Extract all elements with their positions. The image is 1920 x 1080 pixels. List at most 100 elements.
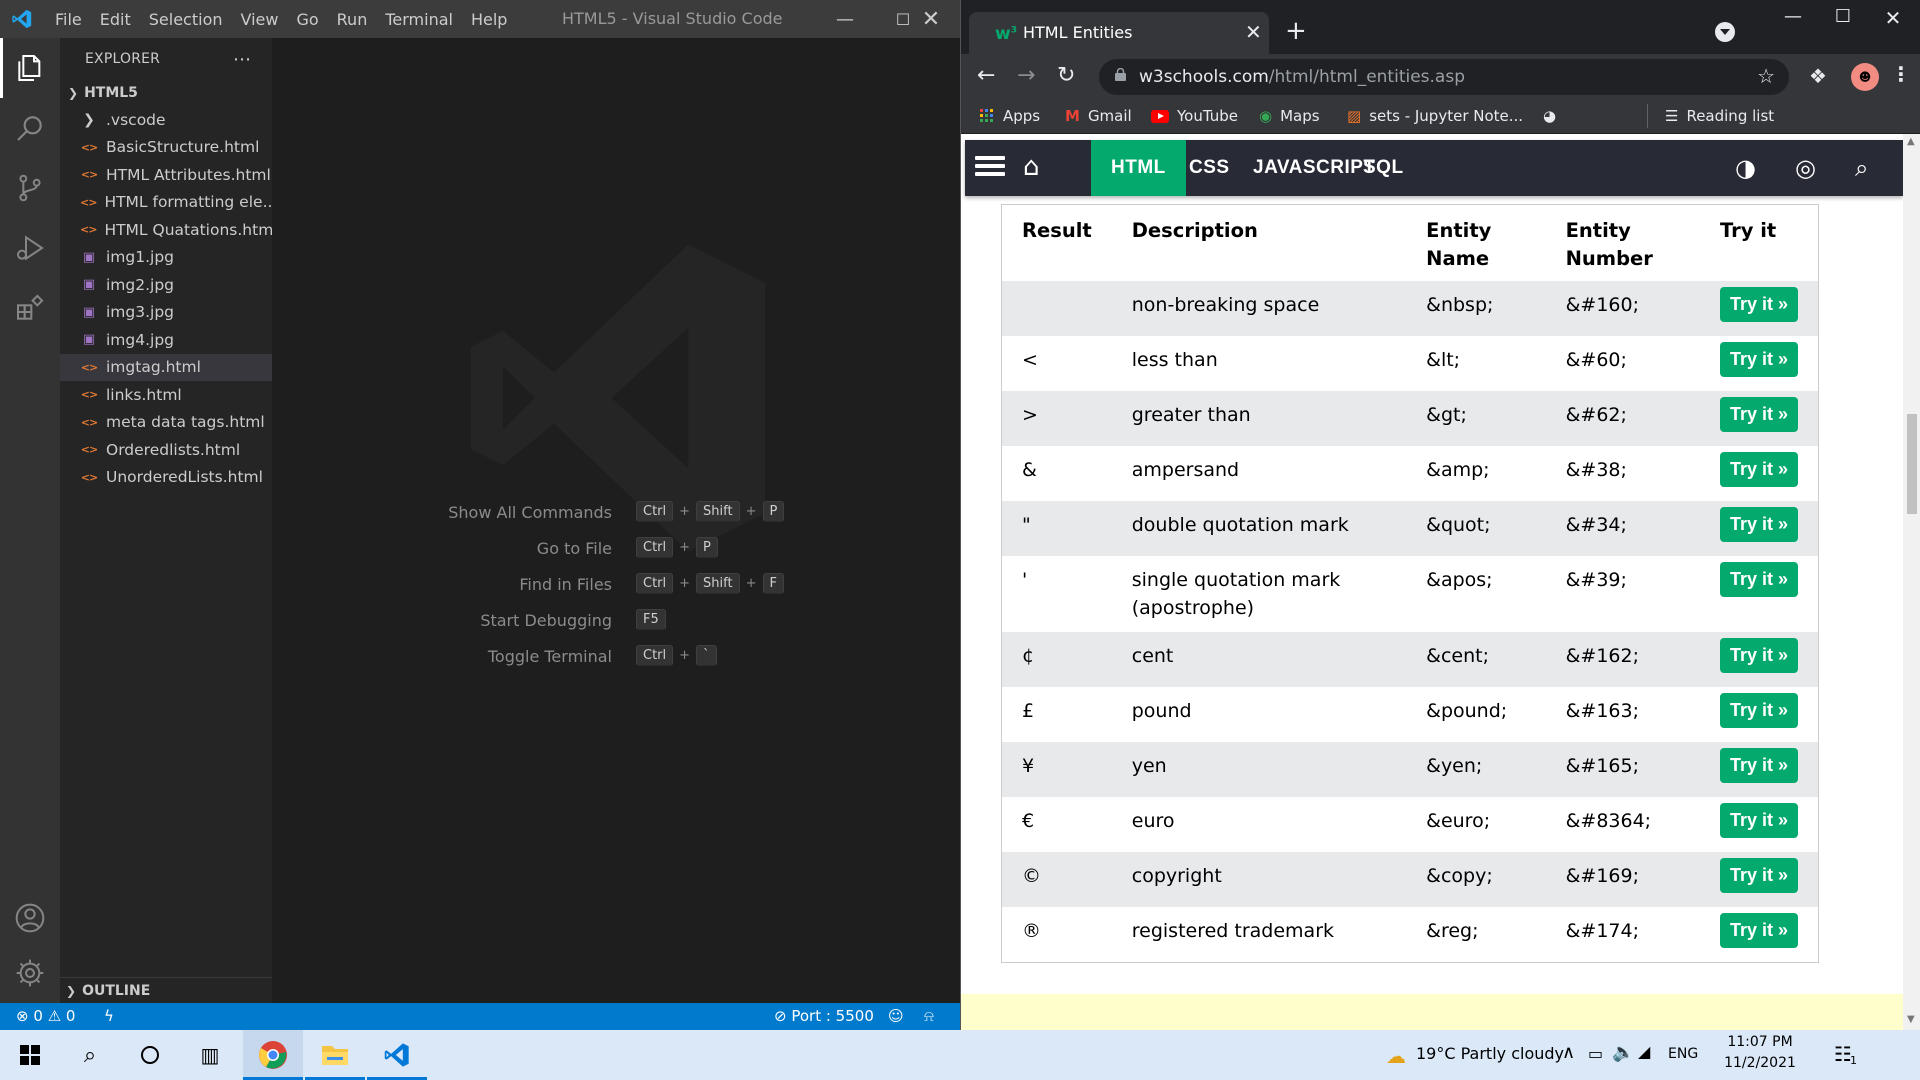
try-it-button[interactable]: Try it » — [1719, 342, 1798, 377]
address-bar[interactable]: w3schools.com/html/html_entities.asp ☆ — [1099, 59, 1789, 95]
reading-list-button[interactable]: ☰ Reading list — [1665, 107, 1774, 125]
live-server-port[interactable]: ⊘ Port : 5500 — [774, 1007, 874, 1025]
minimize-icon[interactable]: — — [816, 0, 874, 38]
bookmark-apps[interactable]: Apps — [979, 107, 1040, 125]
more-actions-icon[interactable]: ⋯ — [233, 49, 252, 70]
problems-indicator[interactable]: ⊗ 0 ⚠ 0 — [16, 1007, 75, 1025]
settings-gear-icon[interactable] — [0, 943, 60, 1003]
menu-item-run[interactable]: Run — [328, 10, 377, 29]
run-debug-icon[interactable] — [0, 218, 60, 278]
close-icon[interactable]: ✕ — [902, 0, 960, 38]
reload-icon[interactable]: ↻ — [1057, 63, 1075, 88]
home-icon[interactable]: ⌂ — [1023, 152, 1040, 182]
menu-item-edit[interactable]: Edit — [91, 10, 140, 29]
try-it-button[interactable]: Try it » — [1719, 287, 1798, 322]
menu-item-view[interactable]: View — [232, 10, 288, 29]
nav-sql[interactable]: SQL — [1343, 140, 1424, 196]
file-tree-item[interactable]: ▣ img3.jpg — [60, 299, 272, 327]
file-tree-item[interactable]: ❯ .vscode — [60, 106, 272, 134]
broadcast-icon: ⊘ — [774, 1007, 787, 1025]
scroll-down-icon[interactable]: ▼ — [1907, 1014, 1915, 1025]
back-arrow-icon[interactable]: ← — [977, 63, 995, 88]
tab-close-icon[interactable]: ✕ — [1245, 20, 1262, 44]
weather-icon[interactable]: ☁ — [1386, 1044, 1406, 1068]
search-icon[interactable] — [0, 98, 60, 158]
try-it-button[interactable]: Try it » — [1719, 507, 1798, 542]
new-tab-icon[interactable]: + — [1285, 16, 1307, 46]
bookmark-maps[interactable]: ◉ Maps — [1259, 107, 1320, 125]
try-it-button[interactable]: Try it » — [1719, 693, 1798, 728]
search-icon[interactable]: ⌕ — [1855, 154, 1868, 182]
maximize-icon[interactable]: ☐ — [1815, 6, 1871, 27]
extensions-puzzle-icon[interactable]: ❖ — [1809, 64, 1827, 88]
menu-item-help[interactable]: Help — [462, 10, 516, 29]
bookmark-star-icon[interactable]: ☆ — [1757, 64, 1775, 88]
profile-avatar[interactable]: ☻ — [1851, 63, 1879, 91]
menu-item-terminal[interactable]: Terminal — [376, 10, 462, 29]
file-tree-item[interactable]: <> BasicStructure.html — [60, 134, 272, 162]
cortana-icon[interactable] — [120, 1030, 180, 1080]
try-it-button[interactable]: Try it » — [1719, 913, 1798, 948]
file-tree-item[interactable]: <> HTML formatting ele... — [60, 189, 272, 217]
tab-search-icon[interactable] — [1715, 22, 1735, 42]
bell-icon[interactable]: ⍾ — [924, 1007, 934, 1025]
file-tree-item[interactable]: ▣ img1.jpg — [60, 244, 272, 272]
chrome-taskbar-icon[interactable] — [243, 1030, 303, 1080]
minimize-icon[interactable]: — — [1765, 6, 1821, 27]
account-icon[interactable] — [0, 888, 60, 948]
task-view-icon[interactable]: ▥ — [180, 1030, 240, 1080]
bookmark-gmail[interactable]: M Gmail — [1065, 107, 1132, 125]
hamburger-menu-icon[interactable] — [975, 152, 1005, 182]
chevron-up-icon[interactable]: ∧ — [1562, 1042, 1575, 1063]
feedback-icon[interactable]: ☺ — [888, 1007, 904, 1025]
file-tree-item[interactable]: <> UnorderedLists.html — [60, 464, 272, 492]
file-explorer-icon[interactable] — [305, 1030, 365, 1080]
cell-result: & — [1022, 459, 1037, 481]
try-it-button[interactable]: Try it » — [1719, 803, 1798, 838]
file-tree-item[interactable]: <> links.html — [60, 381, 272, 409]
scroll-up-icon[interactable]: ▲ — [1907, 136, 1915, 147]
extensions-icon[interactable] — [0, 278, 60, 338]
windows-start-icon[interactable] — [0, 1030, 60, 1080]
workspace-folder[interactable]: ❯ HTML5 — [60, 80, 272, 106]
globe-icon[interactable]: ◕ — [1543, 107, 1556, 125]
outline-section[interactable]: ❯ OUTLINE — [60, 977, 272, 1003]
network-icon[interactable]: ◢ — [1638, 1042, 1650, 1061]
scroll-thumb[interactable] — [1907, 414, 1917, 514]
explorer-icon[interactable] — [0, 38, 60, 98]
volume-icon[interactable]: 🔈 — [1612, 1042, 1634, 1063]
menu-item-selection[interactable]: Selection — [140, 10, 232, 29]
try-it-button[interactable]: Try it » — [1719, 452, 1798, 487]
menu-item-go[interactable]: Go — [287, 10, 327, 29]
file-tree-item[interactable]: <> meta data tags.html — [60, 409, 272, 437]
file-tree-item[interactable]: <> imgtag.html — [60, 353, 272, 381]
clock-time[interactable]: 11:07 PM — [1716, 1034, 1804, 1050]
try-it-button[interactable]: Try it » — [1719, 638, 1798, 673]
menu-item-file[interactable]: File — [46, 10, 91, 29]
bookmark-jupyter[interactable]: ▨ sets - Jupyter Note... — [1347, 107, 1523, 125]
contrast-icon[interactable]: ◑ — [1735, 154, 1756, 182]
source-control-icon[interactable] — [0, 158, 60, 218]
page-scrollbar[interactable]: ▲ ▼ — [1903, 134, 1920, 1030]
file-tree-item[interactable]: ▣ img4.jpg — [60, 326, 272, 354]
close-icon[interactable]: ✕ — [1865, 6, 1920, 30]
vscode-taskbar-icon[interactable] — [367, 1030, 427, 1080]
file-tree-item[interactable]: <> HTML Attributes.html — [60, 161, 272, 189]
clock-date[interactable]: 11/2/2021 — [1716, 1055, 1804, 1071]
file-tree-item[interactable]: <> HTML Quatations.html — [60, 216, 272, 244]
try-it-button[interactable]: Try it » — [1719, 858, 1798, 893]
battery-icon[interactable]: ▭ — [1588, 1044, 1603, 1063]
bookmark-youtube[interactable]: YouTube — [1151, 107, 1238, 125]
forward-arrow-icon[interactable]: → — [1017, 63, 1035, 88]
chrome-menu-icon[interactable]: ⋮ — [1891, 62, 1911, 86]
language-indicator[interactable]: ENG — [1668, 1046, 1698, 1062]
try-it-button[interactable]: Try it » — [1719, 748, 1798, 783]
try-it-button[interactable]: Try it » — [1719, 397, 1798, 432]
file-tree-item[interactable]: ▣ img2.jpg — [60, 271, 272, 299]
globe-icon[interactable]: ◎ — [1795, 154, 1816, 182]
lightning-icon[interactable]: ϟ — [104, 1007, 114, 1025]
try-it-button[interactable]: Try it » — [1719, 562, 1798, 597]
weather-text[interactable]: 19°C Partly cloudy — [1416, 1044, 1564, 1063]
search-icon[interactable]: ⌕ — [60, 1030, 120, 1080]
file-tree-item[interactable]: <> Orderedlists.html — [60, 436, 272, 464]
